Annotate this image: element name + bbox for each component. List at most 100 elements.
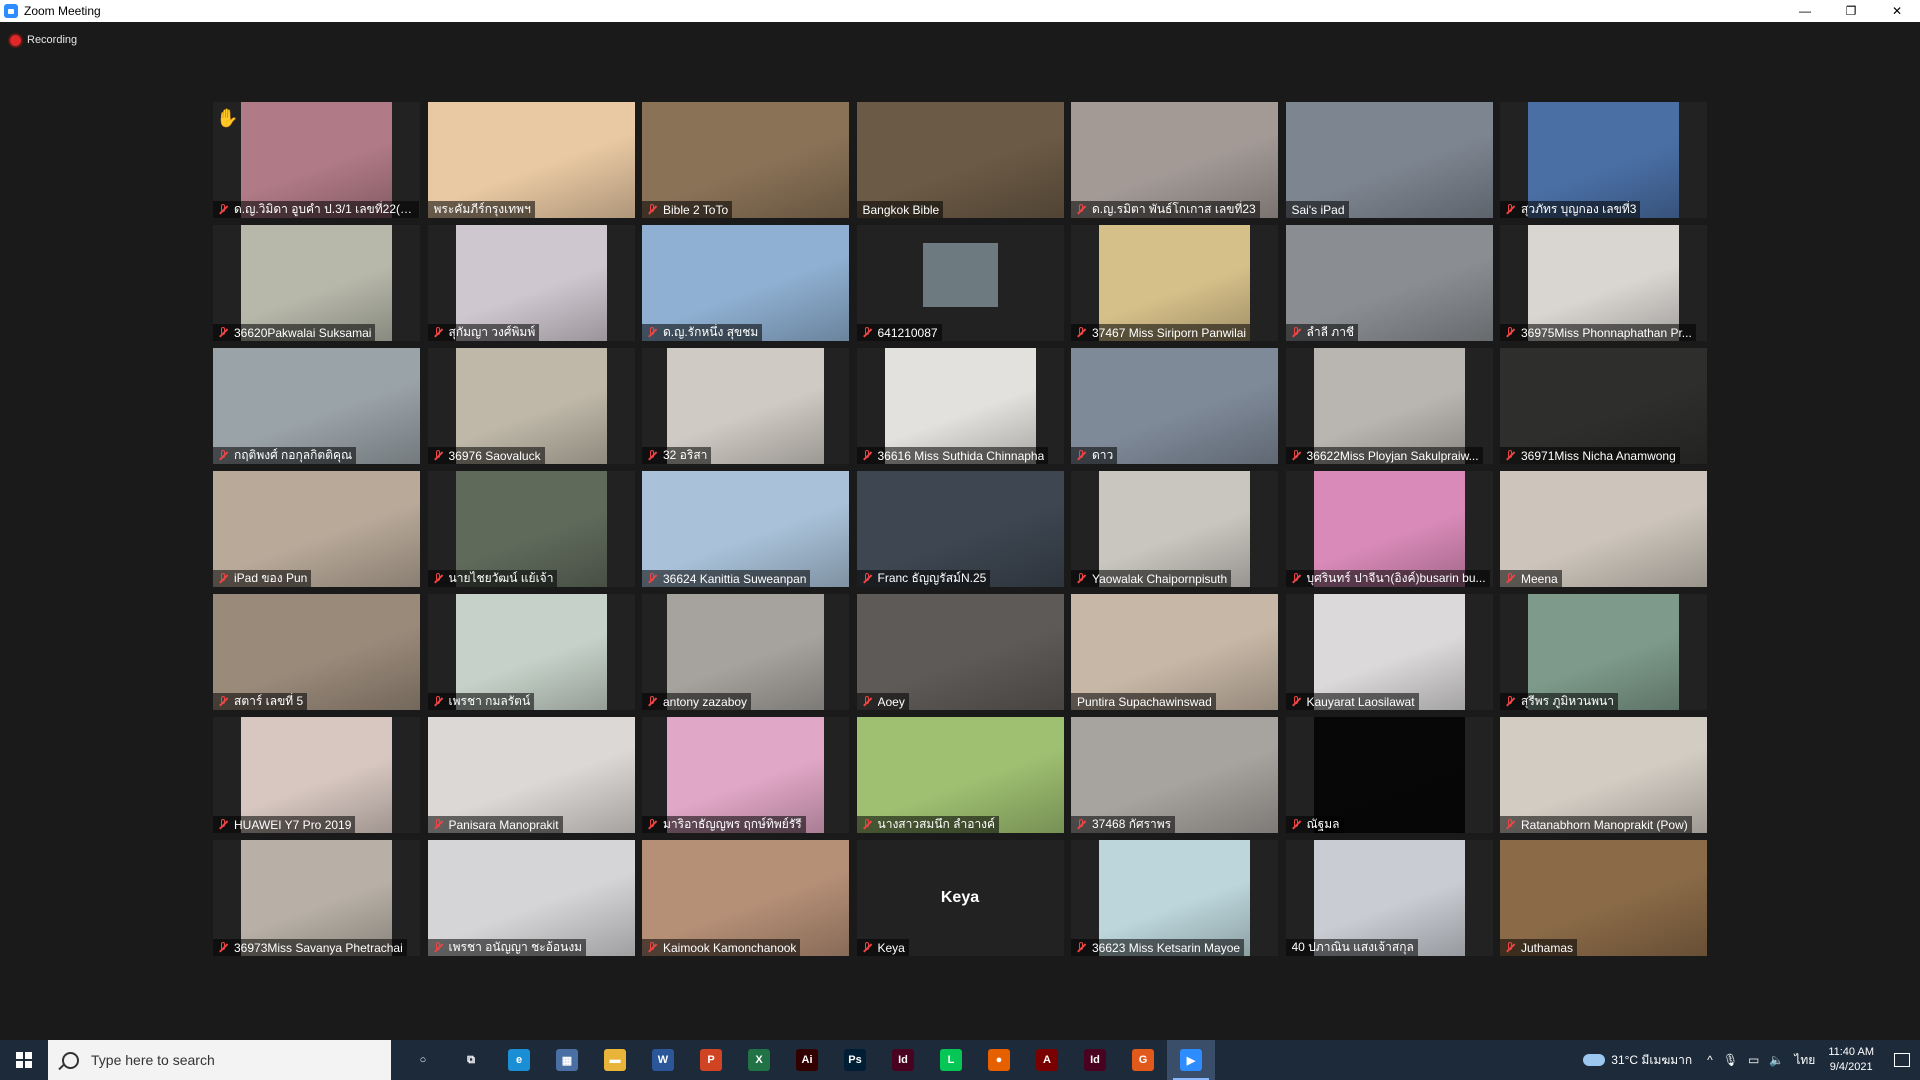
- participant-tile[interactable]: 641210087: [856, 225, 1064, 341]
- muted-mic-icon: [216, 449, 230, 463]
- participant-nameplate: Kaimook Kamonchanook: [642, 939, 801, 956]
- microphone-icon[interactable]: 🎙: [1723, 1053, 1738, 1067]
- participant-tile[interactable]: 40 ปภาณิน แสงเจ้าสกุล: [1285, 840, 1493, 956]
- participant-tile[interactable]: 36623 Miss Ketsarin Mayoe: [1071, 840, 1278, 956]
- notifications-button[interactable]: [1884, 1040, 1920, 1080]
- volume-icon[interactable]: 🔈: [1769, 1053, 1784, 1067]
- taskbar-app-indesign[interactable]: Id: [879, 1040, 927, 1080]
- muted-mic-icon: [1503, 941, 1517, 955]
- taskbar-search[interactable]: Type here to search: [48, 1040, 391, 1080]
- participant-tile[interactable]: พระคัมภีร์กรุงเทพฯ: [427, 102, 635, 218]
- participant-tile[interactable]: 36624 Kanittia Suweanpan: [642, 471, 849, 587]
- participant-tile[interactable]: นายไชยวัฒน์ แย้เจ้า: [427, 471, 635, 587]
- participant-tile[interactable]: ณัฐมล: [1285, 717, 1493, 833]
- participant-tile[interactable]: ด.ญ.รมิตา พันธ์โกเกาส เลขที่23: [1071, 102, 1278, 218]
- participant-tile[interactable]: Meena: [1500, 471, 1707, 587]
- participant-tile[interactable]: Juthamas: [1500, 840, 1707, 956]
- cloud-icon: [1583, 1054, 1606, 1066]
- participant-tile[interactable]: Kaimook Kamonchanook: [642, 840, 849, 956]
- participant-tile[interactable]: สุกัมญา วงศ์พิมพ์: [427, 225, 635, 341]
- participant-tile[interactable]: ด.ญ.รักหนึ่ง สุขชม: [642, 225, 849, 341]
- taskbar-app-grammarly[interactable]: G: [1119, 1040, 1167, 1080]
- participant-tile[interactable]: กฤติพงศ์ กอกุลกิตติคุณ: [213, 348, 420, 464]
- start-button[interactable]: [0, 1040, 48, 1080]
- taskbar-app-cortana[interactable]: ○: [399, 1040, 447, 1080]
- clock[interactable]: 11:40 AM 9/4/2021: [1828, 1045, 1874, 1075]
- participant-tile[interactable]: Kauyarat Laosilawat: [1285, 594, 1493, 710]
- participant-tile[interactable]: 37467 Miss Siriporn Panwilai: [1071, 225, 1278, 341]
- minimize-button[interactable]: —: [1782, 0, 1828, 22]
- participant-tile[interactable]: เพรชา อนัญญา ชะอ้อนงม: [427, 840, 635, 956]
- illustrator-icon: Ai: [796, 1049, 818, 1071]
- participant-tile[interactable]: ✋ ด.ญ.วิมิดา อูบคำ ป.3/1 เลขที่22(N...: [213, 102, 420, 218]
- participant-tile[interactable]: 37468 กัศราพร: [1071, 717, 1278, 833]
- participant-tile[interactable]: Ratanabhorn Manoprakit (Pow): [1500, 717, 1707, 833]
- participant-tile[interactable]: Keya Keya: [856, 840, 1064, 956]
- participant-tile[interactable]: 32 อริสา: [642, 348, 849, 464]
- participant-tile[interactable]: นางสาวสมนึก ลำอางค์: [856, 717, 1064, 833]
- participant-tile[interactable]: ดาว: [1071, 348, 1278, 464]
- participant-tile[interactable]: ลำลี ภาชี: [1285, 225, 1493, 341]
- participant-nameplate: สุกัมญา วงศ์พิมพ์: [427, 324, 540, 341]
- participant-tile[interactable]: 36973Miss Savanya Phetrachai: [213, 840, 420, 956]
- participant-tile[interactable]: Panisara Manoprakit: [427, 717, 635, 833]
- participant-tile[interactable]: 36620Pakwalai Suksamai: [213, 225, 420, 341]
- participant-nameplate: 36971Miss Nicha Anamwong: [1500, 447, 1680, 464]
- participant-tile[interactable]: 36971Miss Nicha Anamwong: [1500, 348, 1707, 464]
- taskbar-app-edge[interactable]: e: [495, 1040, 543, 1080]
- participant-tile[interactable]: Puntira Supachawinswad: [1071, 594, 1278, 710]
- close-button[interactable]: ✕: [1874, 0, 1920, 22]
- participant-nameplate: มาริอาธัญญพร ฤกษ์ทิพย์รัรี: [642, 816, 806, 833]
- participant-tile[interactable]: Aoey: [856, 594, 1064, 710]
- participant-name: 36616 Miss Suthida Chinnapha: [877, 448, 1045, 463]
- language-indicator[interactable]: ไทย: [1794, 1051, 1815, 1070]
- participant-tile[interactable]: 36975Miss Phonnaphathan Pr...: [1500, 225, 1707, 341]
- participant-tile[interactable]: บุศรินทร์ ปาจีนา(อิงค์)busarin bu...: [1285, 471, 1493, 587]
- taskbar-app-illustrator[interactable]: Ai: [783, 1040, 831, 1080]
- participant-tile[interactable]: HUAWEI Y7 Pro 2019: [213, 717, 420, 833]
- taskbar-app-firefox[interactable]: ●: [975, 1040, 1023, 1080]
- taskbar-app-calculator[interactable]: ▦: [543, 1040, 591, 1080]
- participant-tile[interactable]: iPad ของ Pun: [213, 471, 420, 587]
- participant-nameplate: กฤติพงศ์ กอกุลกิตติคุณ: [213, 447, 357, 464]
- taskbar-app-powerpoint[interactable]: P: [687, 1040, 735, 1080]
- participant-name: Bangkok Bible: [862, 202, 940, 217]
- taskbar-app-task-view[interactable]: ⧉: [447, 1040, 495, 1080]
- muted-mic-icon: [1074, 572, 1088, 586]
- participant-tile[interactable]: Yaowalak Chaipornpisuth: [1071, 471, 1278, 587]
- participant-tile[interactable]: 36622Miss Ployjan Sakulpraiw...: [1285, 348, 1493, 464]
- participant-nameplate: 36616 Miss Suthida Chinnapha: [856, 447, 1049, 464]
- participant-tile[interactable]: Franc ธัญญรัสม์N.25: [856, 471, 1064, 587]
- restore-button[interactable]: ❐: [1828, 0, 1874, 22]
- taskbar-app-line[interactable]: L: [927, 1040, 975, 1080]
- recording-icon: [10, 34, 21, 46]
- participant-name: ด.ญ.วิมิดา อูบคำ ป.3/1 เลขที่22(N...: [234, 202, 415, 216]
- taskbar-app-file-explorer[interactable]: ▬: [591, 1040, 639, 1080]
- participant-nameplate: ด.ญ.รักหนึ่ง สุขชม: [642, 324, 763, 341]
- network-icon[interactable]: ▭: [1748, 1053, 1759, 1067]
- weather-widget[interactable]: 31°C มีเมฆมาก: [1583, 1051, 1692, 1070]
- participant-tile[interactable]: Bible 2 ToTo: [642, 102, 849, 218]
- participant-tile[interactable]: 36976 Saovaluck: [427, 348, 635, 464]
- taskbar-app-zoom[interactable]: ▶: [1167, 1040, 1215, 1080]
- muted-mic-icon: [1503, 572, 1517, 586]
- participant-tile[interactable]: สตาร์ เลขที่ 5: [213, 594, 420, 710]
- participant-tile[interactable]: 36616 Miss Suthida Chinnapha: [856, 348, 1064, 464]
- taskbar-app-acrobat[interactable]: A: [1023, 1040, 1071, 1080]
- participant-tile[interactable]: antony zazaboy: [642, 594, 849, 710]
- notification-icon: [1894, 1053, 1910, 1067]
- tray-chevron-icon[interactable]: ^: [1707, 1053, 1713, 1067]
- taskbar-app-photoshop[interactable]: Ps: [831, 1040, 879, 1080]
- participant-tile[interactable]: สุรีพร ภูมิหวนพนา: [1500, 594, 1707, 710]
- taskbar-app-indesign-2[interactable]: Id: [1071, 1040, 1119, 1080]
- participant-tile[interactable]: มาริอาธัญญพร ฤกษ์ทิพย์รัรี: [642, 717, 849, 833]
- participant-nameplate: 40 ปภาณิน แสงเจ้าสกุล: [1285, 939, 1418, 956]
- taskbar-app-excel[interactable]: X: [735, 1040, 783, 1080]
- participant-tile[interactable]: Bangkok Bible: [856, 102, 1064, 218]
- taskbar-app-word[interactable]: W: [639, 1040, 687, 1080]
- muted-mic-icon: [1074, 326, 1088, 340]
- recording-indicator[interactable]: Recording: [10, 34, 77, 46]
- participant-tile[interactable]: สุวภัทร บุญกอง เลขที่3: [1500, 102, 1707, 218]
- participant-tile[interactable]: เพรชา กมลรัตน์: [427, 594, 635, 710]
- participant-tile[interactable]: Sai's iPad: [1285, 102, 1493, 218]
